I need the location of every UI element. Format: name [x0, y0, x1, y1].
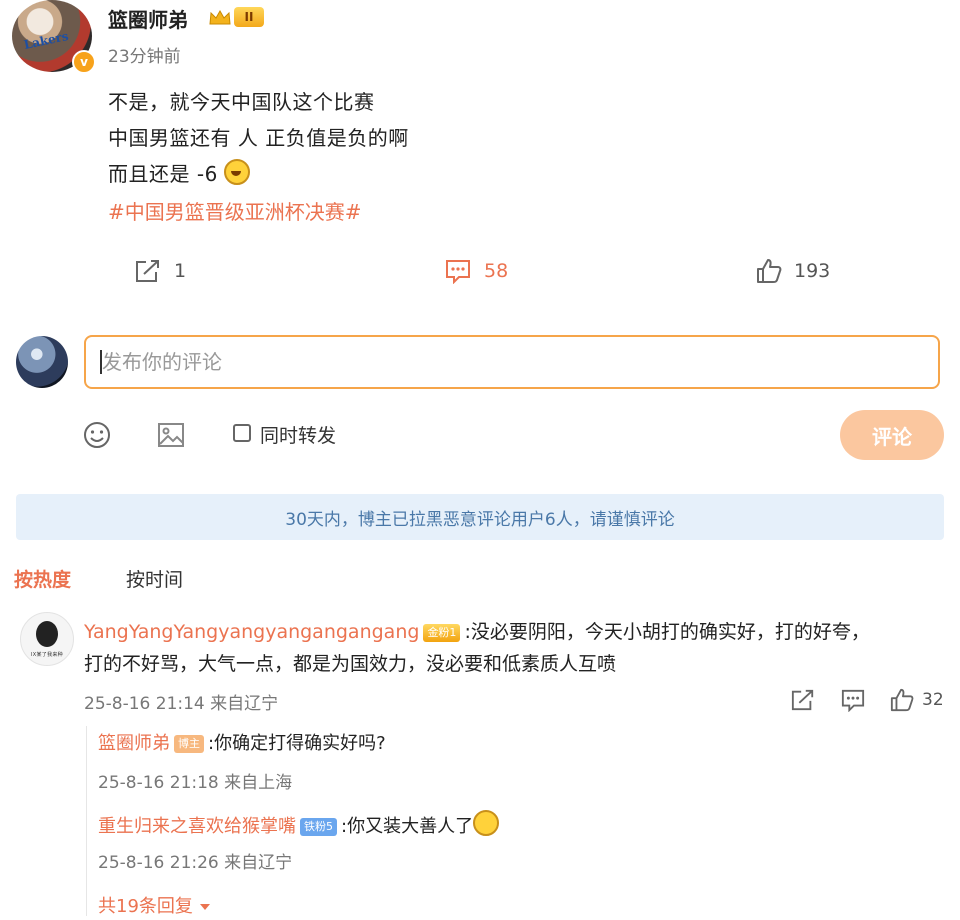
- avatar-caption: IX某了我来种: [30, 652, 63, 658]
- comment-button[interactable]: 58: [444, 258, 508, 284]
- thumbs-up-icon: [757, 259, 782, 283]
- crown-icon: [209, 9, 231, 25]
- repost-checkbox-label[interactable]: 同时转发: [260, 421, 336, 448]
- post-author-name[interactable]: 篮圈师弟: [108, 4, 188, 33]
- reply-1-text: :你确定打得确实好吗?: [208, 733, 386, 754]
- post-time[interactable]: 23分钟前: [108, 42, 181, 67]
- post-hashtag-link[interactable]: #中国男篮晋级亚洲杯决赛#: [108, 196, 362, 225]
- more-replies-label: 共19条回复: [98, 896, 193, 917]
- post-text-line-3: 而且还是 -6: [108, 158, 250, 187]
- text-caret: [100, 350, 102, 374]
- emoji-picker-icon[interactable]: [82, 420, 112, 450]
- reply-2-text: :你又装大善人了: [341, 816, 474, 837]
- reply-2-meta: 25-8-16 21:26 来自辽宁: [98, 853, 293, 873]
- post-text-line-1: 不是，就今天中国队这个比赛: [108, 90, 375, 114]
- comment-author-avatar[interactable]: IX某了我来种: [20, 612, 74, 666]
- comment-count: 58: [484, 260, 509, 282]
- avatar-jersey-text: Lakers: [22, 28, 70, 53]
- comment-meta: 25-8-16 21:14 来自辽宁: [84, 694, 279, 714]
- caret-down-icon: [199, 904, 210, 910]
- image-upload-icon[interactable]: [156, 420, 186, 450]
- like-count: 193: [794, 260, 831, 282]
- moderation-notice: 30天内，博主已拉黑恶意评论用户6人，请谨慎评论: [16, 494, 944, 540]
- comment-author-name[interactable]: YangYangYangyangyangangangang: [84, 621, 419, 643]
- comment-like-count: 32: [922, 690, 944, 710]
- comment-text-line-1: :没必要阴阳，今天小胡打的确实好，打的好夸，: [464, 621, 870, 643]
- reply-2: 重生归来之喜欢给猴掌嘴 铁粉5:你又装大善人了: [98, 810, 500, 843]
- comment-line-1: YangYangYangyangyangangangang 金粉1:没必要阴阳，今…: [84, 616, 870, 648]
- comment-repost-icon[interactable]: [790, 688, 816, 712]
- reply-2-author[interactable]: 重生归来之喜欢给猴掌嘴: [98, 816, 296, 837]
- reply-1-author[interactable]: 篮圈师弟: [98, 733, 170, 754]
- reply-1-meta: 25-8-16 21:18 来自上海: [98, 773, 293, 793]
- repost-icon: [136, 260, 159, 282]
- comment-input[interactable]: [86, 337, 938, 387]
- like-button[interactable]: 193: [756, 258, 830, 284]
- repost-count: 1: [174, 260, 187, 282]
- comment-reply-icon[interactable]: [840, 688, 866, 712]
- comment-thumbs-up-icon: [890, 688, 914, 712]
- laugh-emoji-icon: [223, 159, 250, 185]
- avatar-figure: [36, 621, 58, 647]
- repost-button[interactable]: 1: [134, 258, 186, 284]
- smirk-emoji-icon: [473, 810, 500, 836]
- comment-input-box[interactable]: [84, 335, 940, 389]
- blogger-badge: 博主: [174, 735, 204, 753]
- verified-badge-icon: v: [72, 50, 96, 74]
- submit-comment-button[interactable]: 评论: [840, 410, 944, 460]
- sort-by-time-tab[interactable]: 按时间: [126, 565, 183, 592]
- iron-fan-badge: 铁粉5: [300, 818, 337, 836]
- current-user-avatar[interactable]: [16, 336, 68, 388]
- post-text-line-3-text: 而且还是 -6: [108, 162, 218, 186]
- comment-icon: [446, 260, 470, 284]
- comment-text-line-2: 打的不好骂，大气一点，都是为国效力，没必要和低素质人互喷: [84, 653, 617, 675]
- fan-badge: 金粉1: [423, 624, 461, 642]
- repost-checkbox[interactable]: [233, 424, 251, 442]
- post-text-line-2: 中国男篮还有 人 正负值是负的啊: [108, 126, 409, 150]
- more-replies-link[interactable]: 共19条回复: [98, 892, 211, 918]
- reply-1: 篮圈师弟 博主:你确定打得确实好吗?: [98, 728, 386, 760]
- reply-thread-divider: [86, 726, 87, 916]
- level-badge: II: [234, 7, 264, 27]
- comment-like-button[interactable]: 32: [890, 688, 944, 712]
- sort-by-hot-tab[interactable]: 按热度: [14, 565, 71, 592]
